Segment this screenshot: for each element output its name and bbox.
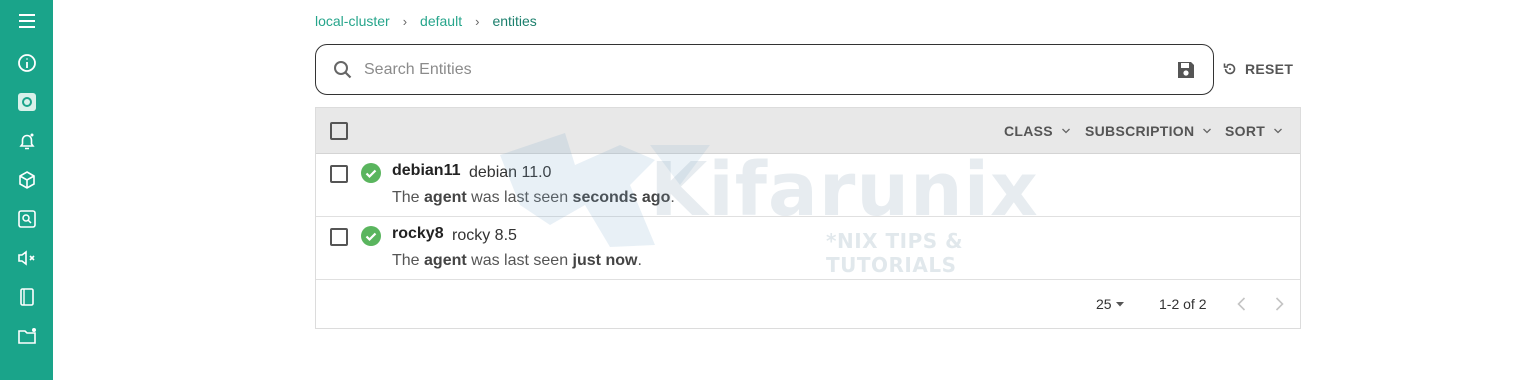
prev-page-icon[interactable] <box>1232 294 1252 314</box>
sidebar-item-entities[interactable] <box>0 162 53 198</box>
table-header: CLASS SUBSCRIPTION SORT <box>316 108 1300 154</box>
sidebar-item-silences[interactable] <box>0 240 53 276</box>
sidebar-item-handlers[interactable] <box>0 279 53 315</box>
subscription-filter-label: SUBSCRIPTION <box>1085 123 1195 139</box>
reset-label: RESET <box>1245 61 1294 77</box>
breadcrumb-separator: › <box>475 13 480 29</box>
entities-cube-icon <box>18 171 35 189</box>
class-filter-label: CLASS <box>1004 123 1053 139</box>
search-box[interactable] <box>315 44 1214 95</box>
chevron-down-icon <box>1061 128 1070 134</box>
pagination-range: 1-2 of 2 <box>1159 296 1207 312</box>
class-filter[interactable]: CLASS <box>1004 123 1071 139</box>
table-footer: 25 1-2 of 2 <box>316 282 1300 328</box>
reset-icon <box>1223 63 1236 75</box>
entities-table: CLASS SUBSCRIPTION SORT debian11 debian … <box>315 107 1301 329</box>
chevron-down-icon <box>1274 128 1283 134</box>
table-row[interactable]: rocky8 rocky 8.5 The agent was last seen… <box>316 217 1300 280</box>
menu-icon <box>18 14 35 28</box>
chevron-down-icon <box>1203 128 1212 134</box>
entity-name[interactable]: rocky8 <box>392 225 444 243</box>
table-row[interactable]: debian11 debian 11.0 The agent was last … <box>316 154 1300 217</box>
rows-per-page-select[interactable]: 25 <box>1096 296 1125 312</box>
next-page-icon[interactable] <box>1269 294 1289 314</box>
checks-icon <box>17 210 36 228</box>
bell-icon <box>18 133 35 150</box>
entity-description: The agent was last seen seconds ago. <box>392 189 675 206</box>
breadcrumb-cluster[interactable]: local-cluster <box>315 13 390 29</box>
info-icon <box>17 54 36 72</box>
breadcrumb-current: entities <box>492 13 537 29</box>
search-icon <box>334 61 352 79</box>
subscription-filter[interactable]: SUBSCRIPTION <box>1085 123 1212 139</box>
breadcrumb: local-cluster › default › entities <box>315 12 537 30</box>
search-input[interactable] <box>364 57 1144 83</box>
rows-per-page-value: 25 <box>1096 296 1112 312</box>
reset-button[interactable]: RESET <box>1222 58 1293 80</box>
sort-filter-label: SORT <box>1225 123 1266 139</box>
caret-down-icon <box>1115 302 1124 307</box>
breadcrumb-namespace[interactable]: default <box>420 13 462 29</box>
sidebar-item-checks[interactable] <box>0 201 53 237</box>
entity-os: debian 11.0 <box>469 164 552 181</box>
menu-button[interactable] <box>0 3 53 39</box>
save-icon[interactable] <box>1175 59 1197 81</box>
folder-icon <box>17 328 36 344</box>
row-checkbox[interactable] <box>330 165 348 183</box>
dashboard-icon <box>17 93 36 111</box>
check-circle-icon <box>361 163 381 183</box>
silence-icon <box>17 250 35 266</box>
entity-name[interactable]: debian11 <box>392 162 460 180</box>
sidebar-item-dashboard[interactable] <box>0 84 53 120</box>
check-circle-icon <box>361 226 381 246</box>
sort-filter[interactable]: SORT <box>1225 123 1283 139</box>
breadcrumb-separator: › <box>402 13 408 29</box>
sidebar-item-info[interactable] <box>0 45 53 81</box>
sidebar-item-namespaces[interactable] <box>0 318 53 354</box>
sidebar-item-events[interactable] <box>0 123 53 159</box>
entity-os: rocky 8.5 <box>452 227 517 244</box>
entity-description: The agent was last seen just now. <box>392 252 642 269</box>
row-checkbox[interactable] <box>330 228 348 246</box>
select-all-checkbox[interactable] <box>330 122 348 140</box>
sidebar <box>0 0 53 380</box>
events-icon <box>19 288 34 306</box>
